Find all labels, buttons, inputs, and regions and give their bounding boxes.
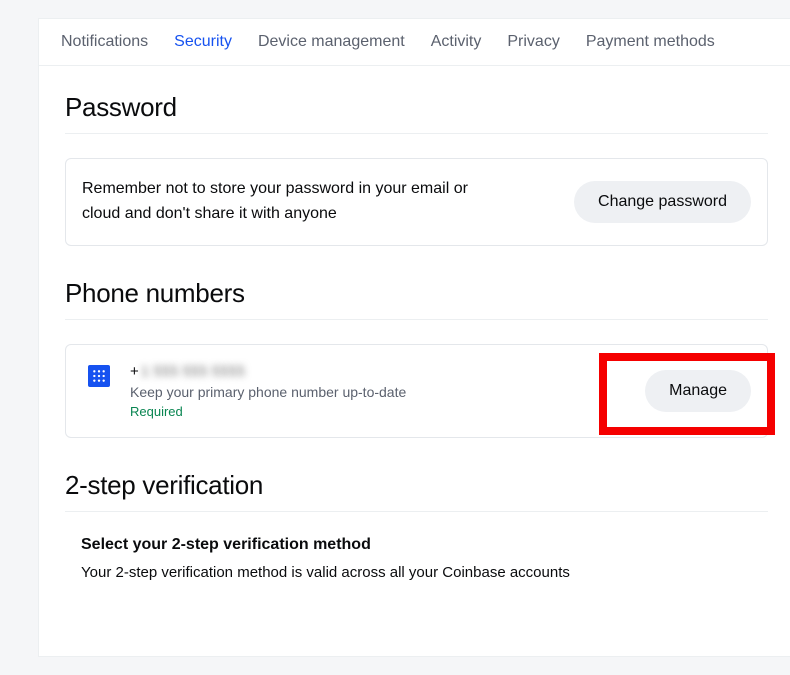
tab-activity[interactable]: Activity [431, 33, 482, 51]
divider [65, 511, 768, 512]
manage-phone-button[interactable]: Manage [645, 370, 751, 412]
tab-notifications[interactable]: Notifications [61, 33, 148, 51]
divider [65, 133, 768, 134]
two-step-section-title: 2-step verification [65, 470, 768, 501]
password-card: Remember not to store your password in y… [65, 158, 768, 246]
phone-dialpad-icon [88, 365, 110, 387]
phone-section-title: Phone numbers [65, 278, 768, 309]
password-section-title: Password [65, 92, 768, 123]
password-body: Remember not to store your password in y… [82, 177, 482, 227]
tab-payment-methods[interactable]: Payment methods [586, 33, 715, 51]
settings-tabs: Notifications Security Device management… [39, 19, 790, 66]
two-step-heading: Select your 2-step verification method [65, 536, 768, 554]
settings-page: Notifications Security Device management… [38, 18, 790, 657]
phone-number-prefix: + [130, 363, 139, 380]
two-step-subtext: Your 2-step verification method is valid… [65, 564, 768, 581]
phone-required-label: Required [130, 404, 625, 419]
security-content: Password Remember not to store your pass… [39, 66, 790, 581]
phone-subtext: Keep your primary phone number up-to-dat… [130, 384, 625, 400]
tab-device-management[interactable]: Device management [258, 33, 405, 51]
divider [65, 319, 768, 320]
phone-number: + 1 555 555 5555 [130, 363, 625, 380]
phone-info: + 1 555 555 5555 Keep your primary phone… [130, 363, 625, 419]
phone-card: + 1 555 555 5555 Keep your primary phone… [65, 344, 768, 438]
phone-number-masked: 1 555 555 5555 [141, 363, 245, 380]
change-password-button[interactable]: Change password [574, 181, 751, 223]
tab-security[interactable]: Security [174, 33, 232, 51]
tab-privacy[interactable]: Privacy [507, 33, 559, 51]
